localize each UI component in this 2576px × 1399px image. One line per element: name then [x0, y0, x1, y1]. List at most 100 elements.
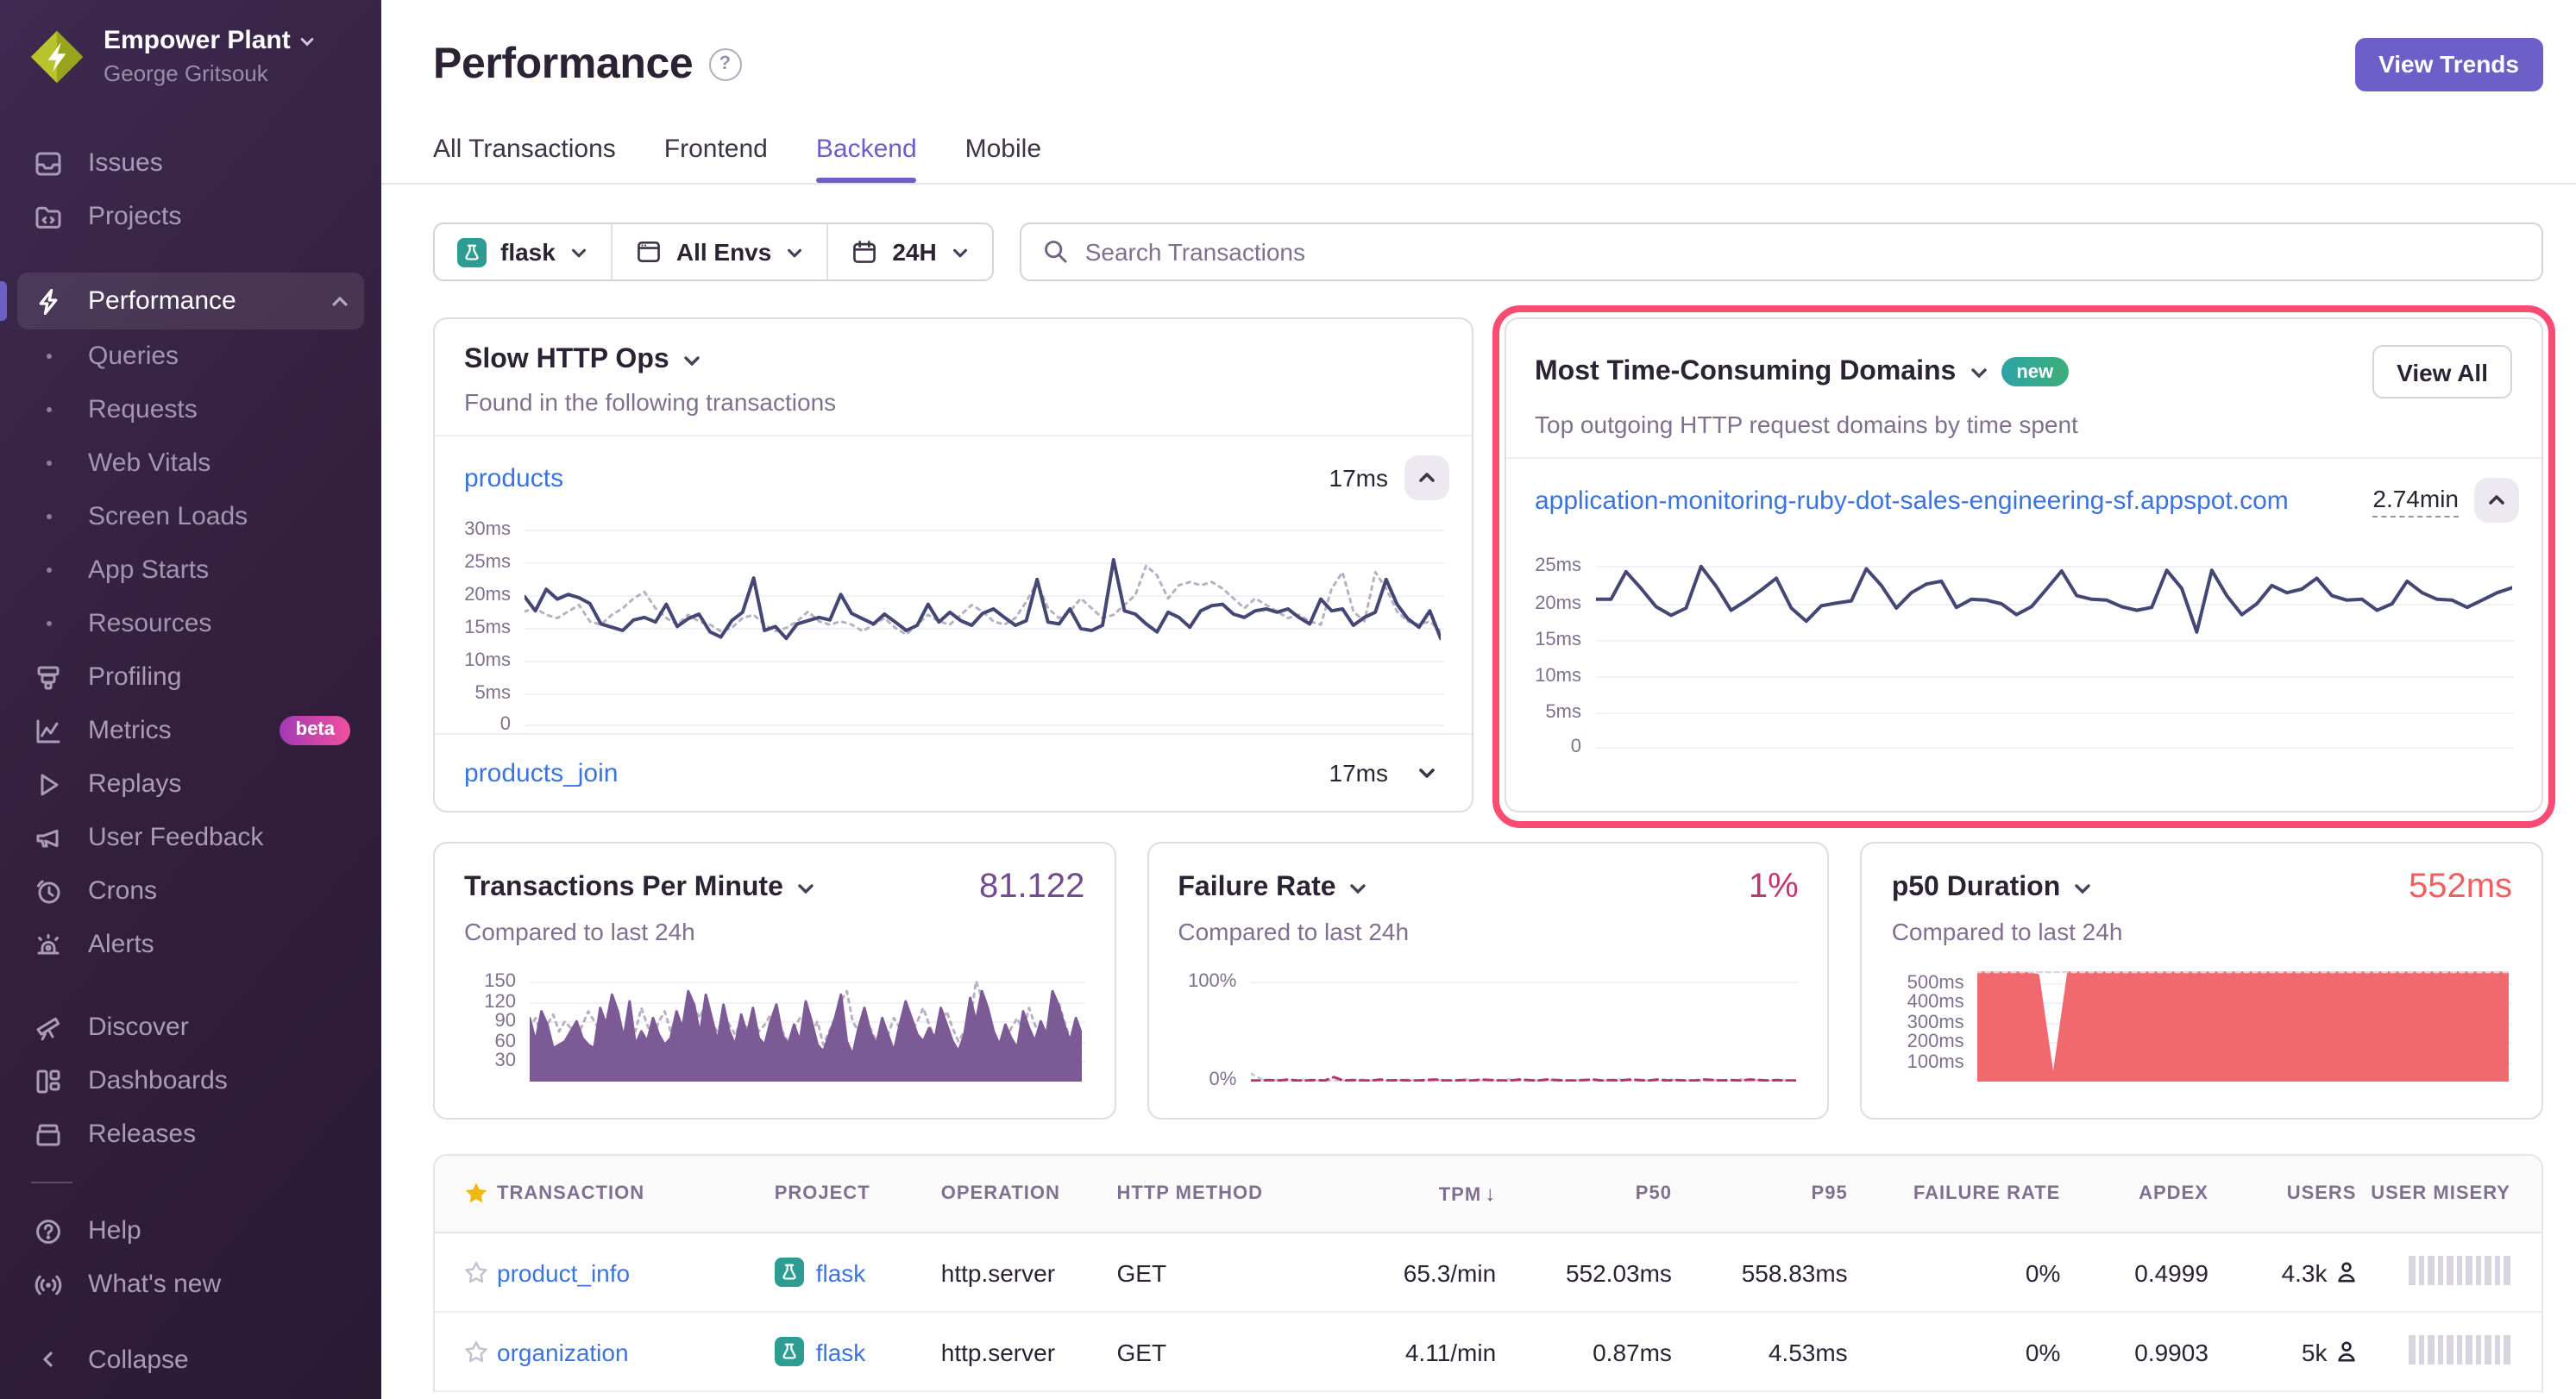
transactions-table: TRANSACTION PROJECT OPERATION HTTP METHO…	[433, 1154, 2543, 1392]
chevron-down-icon	[299, 34, 317, 51]
sidebar-item-whats-new[interactable]: What's new	[17, 1258, 364, 1311]
sort-desc-icon: ↓	[1485, 1182, 1496, 1206]
project-filter[interactable]: flask	[435, 224, 611, 279]
column-header[interactable]: HTTP METHOD	[1117, 1183, 1311, 1204]
transaction-link[interactable]: organization	[497, 1338, 629, 1365]
column-header[interactable]: OPERATION	[941, 1183, 1117, 1204]
sidebar-item-help[interactable]: Help	[17, 1204, 364, 1258]
sidebar-item-replays[interactable]: Replays	[17, 757, 364, 811]
sidebar: Empower Plant George Gritsouk Issues Pro…	[0, 0, 381, 1399]
tab-backend[interactable]: Backend	[816, 135, 917, 183]
failure-rate-chart: 100%0%	[1178, 971, 1798, 1082]
metric-value: 552ms	[2409, 868, 2512, 907]
sidebar-item-label: Profiling	[88, 662, 181, 692]
sidebar-item-app-starts[interactable]: App Starts	[17, 543, 364, 597]
chevron-down-icon[interactable]	[795, 877, 816, 898]
failure-rate-card: Failure Rate 1% Compared to last 24h 100…	[1147, 842, 1829, 1120]
column-header[interactable]: P95	[1672, 1183, 1848, 1204]
p50-duration-card: p50 Duration 552ms Compared to last 24h …	[1861, 842, 2543, 1120]
sidebar-item-alerts[interactable]: Alerts	[17, 918, 364, 971]
environment-filter[interactable]: All Envs	[611, 224, 827, 279]
chevron-down-icon[interactable]	[2072, 877, 2093, 898]
sidebar-item-metrics[interactable]: Metrics beta	[17, 704, 364, 757]
panel-title: Slow HTTP Ops	[464, 345, 669, 376]
sidebar-item-discover[interactable]: Discover	[17, 1001, 364, 1054]
favorites-column-icon[interactable]	[435, 1180, 497, 1208]
sidebar-item-label: Queries	[88, 342, 179, 371]
sidebar-item-resources[interactable]: Resources	[17, 597, 364, 650]
performance-icon	[31, 285, 66, 317]
operation-cell: http.server	[941, 1258, 1117, 1286]
column-header[interactable]: TRANSACTION	[497, 1183, 775, 1204]
domain-row-appspot: application-monitoring-ruby-dot-sales-en…	[1505, 457, 2541, 542]
apdex-cell: 0.9903	[2060, 1338, 2208, 1365]
tab-all-transactions[interactable]: All Transactions	[433, 135, 616, 183]
page-header: Performance ? View Trends	[433, 35, 2543, 93]
column-header[interactable]: USERS	[2208, 1183, 2357, 1204]
environment-filter-value: All Envs	[676, 238, 772, 266]
transaction-link[interactable]: product_info	[497, 1258, 630, 1286]
column-header[interactable]: PROJECT	[775, 1183, 941, 1204]
user-misery-score	[2357, 1334, 2541, 1364]
date-range-filter[interactable]: 24H	[826, 224, 991, 279]
slow-http-ops-panel: Slow HTTP Ops Found in the following tra…	[433, 317, 1473, 812]
sidebar-item-label: Help	[88, 1216, 141, 1245]
chevron-down-icon[interactable]	[1968, 361, 1989, 382]
time-spent-value[interactable]: 2.74min	[2372, 483, 2459, 518]
collapse-row-button[interactable]	[2474, 478, 2519, 523]
sidebar-item-profiling[interactable]: Profiling	[17, 650, 364, 704]
chevron-down-icon[interactable]	[1348, 877, 1369, 898]
column-header[interactable]: APDEX	[2060, 1183, 2208, 1204]
sidebar-collapse-button[interactable]: Collapse	[17, 1340, 364, 1378]
table-header: TRANSACTION PROJECT OPERATION HTTP METHO…	[435, 1156, 2541, 1233]
duration-value: 17ms	[1329, 464, 1388, 492]
filter-row: flask All Envs 24H Search Transactions	[433, 223, 2543, 281]
sidebar-item-requests[interactable]: Requests	[17, 383, 364, 436]
page-filter-bar: flask All Envs 24H	[433, 223, 994, 281]
sidebar-item-queries[interactable]: Queries	[17, 329, 364, 383]
sidebar-item-dashboards[interactable]: Dashboards	[17, 1054, 364, 1107]
tpm-cell: 4.11/min	[1311, 1338, 1497, 1365]
column-header-sorted[interactable]: TPM↓	[1311, 1182, 1497, 1206]
view-all-button[interactable]: View All	[2372, 345, 2512, 398]
collapse-row-button[interactable]	[1404, 455, 1448, 500]
tab-mobile[interactable]: Mobile	[965, 135, 1041, 183]
table-row-product-info: product_info flask http.server GET 65.3/…	[435, 1233, 2541, 1313]
p50-cell: 552.03ms	[1496, 1258, 1672, 1286]
profiling-icon	[31, 662, 66, 693]
sidebar-item-web-vitals[interactable]: Web Vitals	[17, 436, 364, 490]
project-link[interactable]: flask	[816, 1338, 866, 1365]
chevron-down-icon[interactable]	[682, 350, 702, 371]
sidebar-item-issues[interactable]: Issues	[17, 136, 364, 190]
domain-link[interactable]: application-monitoring-ruby-dot-sales-en…	[1535, 486, 2289, 515]
card-title: Failure Rate	[1178, 872, 1335, 903]
favorite-star-button[interactable]	[462, 1338, 490, 1365]
sidebar-item-screen-loads[interactable]: Screen Loads	[17, 490, 364, 543]
column-header[interactable]: USER MISERY	[2357, 1183, 2541, 1204]
sidebar-item-label: Performance	[88, 286, 236, 316]
favorite-star-button[interactable]	[462, 1258, 490, 1286]
sidebar-item-projects[interactable]: Projects	[17, 190, 364, 243]
sidebar-nav: Issues Projects Performance Queries Requ…	[17, 136, 364, 1340]
org-switcher[interactable]: Empower Plant George Gritsouk	[17, 22, 364, 95]
sidebar-item-releases[interactable]: Releases	[17, 1107, 364, 1161]
sidebar-item-user-feedback[interactable]: User Feedback	[17, 811, 364, 864]
project-link[interactable]: flask	[816, 1258, 866, 1286]
sidebar-item-crons[interactable]: Crons	[17, 864, 364, 918]
projects-icon	[31, 201, 66, 232]
sidebar-item-label: What's new	[88, 1270, 221, 1299]
panel-subtitle: Found in the following transactions	[464, 388, 1442, 416]
expand-row-button[interactable]	[1404, 750, 1448, 795]
tab-frontend[interactable]: Frontend	[664, 135, 768, 183]
transaction-link[interactable]: products_join	[464, 758, 618, 787]
column-header[interactable]: P50	[1496, 1183, 1672, 1204]
column-header[interactable]: FAILURE RATE	[1848, 1183, 2061, 1204]
sidebar-item-label: Dashboards	[88, 1066, 228, 1095]
user-icon	[2336, 1261, 2357, 1283]
search-transactions-input[interactable]: Search Transactions	[1020, 223, 2543, 281]
view-trends-button[interactable]: View Trends	[2354, 37, 2543, 91]
transaction-link[interactable]: products	[464, 463, 563, 492]
sidebar-item-performance[interactable]: Performance	[17, 273, 364, 329]
compare-label: Compared to last 24h	[464, 918, 1084, 945]
help-icon[interactable]: ?	[708, 47, 741, 80]
